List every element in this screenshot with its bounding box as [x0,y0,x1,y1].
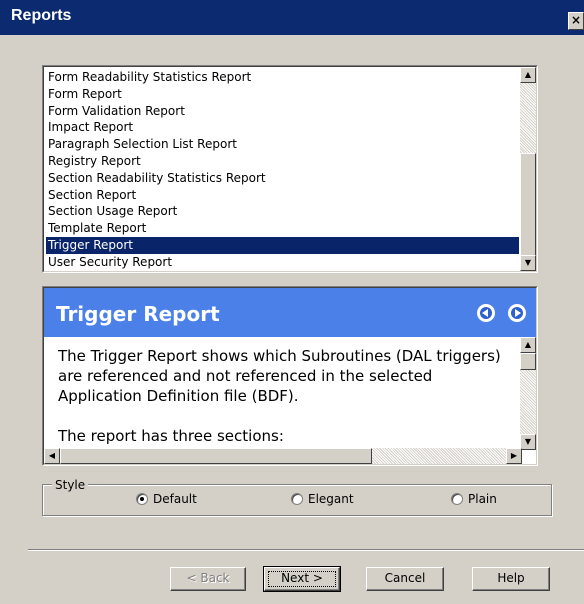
focus-rect [268,571,336,587]
help-paragraph: The Trigger Report shows which Subroutin… [58,347,501,405]
help-paragraph: The report has three sections: [58,427,284,445]
style-radio-default[interactable]: Default [136,492,197,506]
list-item[interactable]: Paragraph Selection List Report [46,136,519,153]
style-radio-elegant[interactable]: Elegant [291,492,354,506]
scroll-up-button[interactable]: ▲ [520,337,536,353]
list-item[interactable]: Section Usage Report [46,203,519,220]
list-item[interactable]: Impact Report [46,119,519,136]
scroll-up-button[interactable]: ▲ [520,67,536,83]
separator [28,549,584,551]
scroll-thumb[interactable] [520,353,536,370]
radio-label: Elegant [308,492,354,506]
list-item[interactable]: Section Readability Statistics Report [46,170,519,187]
scroll-thumb[interactable] [520,153,536,257]
arrow-left-icon [482,309,488,317]
style-group-label: Style [52,478,89,492]
triangle-right-icon: ▶ [510,451,518,460]
list-item[interactable]: Section Report [46,187,519,204]
list-item[interactable]: Form Validation Report [46,103,519,120]
list-item[interactable]: User Security Report [46,254,519,271]
report-listbox[interactable]: Form Readability Statistics Report Form … [42,65,538,273]
scroll-down-button[interactable]: ▼ [520,434,536,450]
triangle-up-icon: ▲ [524,70,532,79]
help-text: The Trigger Report shows which Subroutin… [58,346,506,446]
arrow-right-icon [515,309,521,317]
circle-arrow-left-icon[interactable] [477,304,495,322]
list-item[interactable]: Form Report [46,86,519,103]
radio-label: Default [153,492,197,506]
help-vertical-scrollbar[interactable]: ▲ ▼ [520,337,536,450]
scroll-right-button[interactable]: ▶ [506,448,522,464]
report-list: Form Readability Statistics Report Form … [46,69,519,271]
help-button[interactable]: Help [472,567,550,591]
triangle-down-icon: ▼ [524,258,532,267]
list-item-selected[interactable]: Trigger Report [46,236,519,254]
window-title: Reports [11,7,72,24]
list-item[interactable]: Registry Report [46,153,519,170]
list-vertical-scrollbar[interactable]: ▲ ▼ [520,67,536,271]
scroll-left-button[interactable]: ◀ [44,448,60,464]
title-bar[interactable]: Reports × [0,0,584,35]
help-title: Trigger Report [56,302,220,326]
triangle-left-icon: ◀ [48,451,56,460]
radio-unchecked-icon [291,493,303,505]
back-button[interactable]: < Back [170,567,246,591]
list-item[interactable]: Template Report [46,220,519,237]
radio-label: Plain [468,492,497,506]
next-button[interactable]: Next > [263,566,341,592]
scroll-thumb[interactable] [60,448,372,464]
scroll-down-button[interactable]: ▼ [520,255,536,271]
list-item[interactable]: Form Readability Statistics Report [46,69,519,86]
help-header: Trigger Report [44,288,536,337]
triangle-down-icon: ▼ [524,437,532,446]
circle-arrow-right-icon[interactable] [508,304,526,322]
style-radio-plain[interactable]: Plain [451,492,497,506]
radio-unchecked-icon [451,493,463,505]
reports-dialog: Reports × Form Readability Statistics Re… [0,0,584,604]
triangle-up-icon: ▲ [524,340,532,349]
radio-checked-icon [136,493,148,505]
help-horizontal-scrollbar[interactable]: ◀ ▶ [44,448,522,464]
close-button[interactable]: × [568,12,584,30]
help-panel: Trigger Report The Trigger Report shows … [42,286,538,466]
cancel-button[interactable]: Cancel [366,567,444,591]
